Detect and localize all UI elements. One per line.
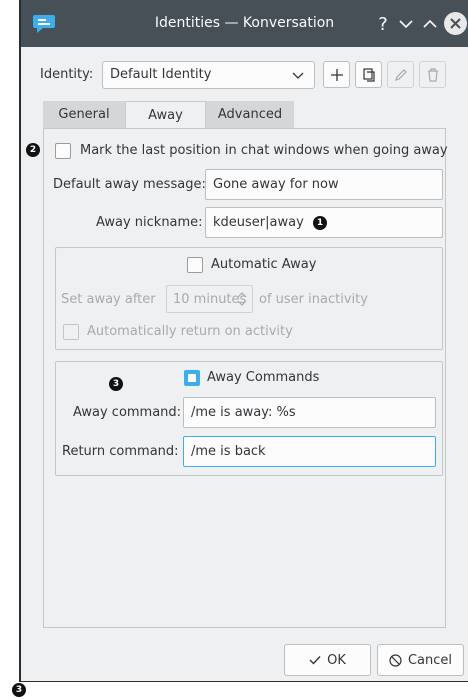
- return-command-label: Return command:: [62, 444, 179, 459]
- chevron-down-icon: [292, 72, 304, 79]
- close-button[interactable]: [444, 12, 467, 35]
- set-away-after-label: Set away after: [61, 292, 156, 307]
- away-command-value: /me is away: %s: [191, 405, 296, 420]
- ok-button-label: OK: [327, 652, 346, 668]
- identity-combobox-value: Default Identity: [110, 67, 212, 82]
- default-away-message-label: Default away message:: [53, 177, 206, 192]
- mark-position-label: Mark the last position in chat windows w…: [80, 143, 448, 158]
- help-icon: ?: [378, 13, 388, 35]
- tab-general[interactable]: General: [43, 101, 125, 128]
- automatic-away-title: Automatic Away: [211, 257, 317, 272]
- minimize-button[interactable]: [395, 13, 417, 35]
- tab-away[interactable]: Away: [125, 101, 206, 128]
- default-away-message-value: Gone away for now: [213, 177, 339, 192]
- away-minutes-spinbox[interactable]: 10 minutes: [166, 285, 253, 313]
- title-bar[interactable]: Identities — Konversation ?: [21, 0, 468, 47]
- chevron-down-icon: [399, 20, 413, 29]
- pencil-icon: [394, 68, 407, 81]
- identity-label: Identity:: [40, 67, 94, 82]
- spin-arrows-icon: [237, 292, 247, 306]
- identities-dialog: Identities — Konversation ? Identity: De…: [21, 0, 468, 681]
- copy-icon: [362, 67, 375, 82]
- duplicate-identity-button[interactable]: [355, 61, 382, 88]
- help-button[interactable]: ?: [372, 13, 394, 35]
- away-commands-checkbox[interactable]: [184, 370, 200, 386]
- callout-badge-3: 3: [109, 377, 123, 391]
- automatic-away-checkbox[interactable]: [187, 257, 203, 273]
- chevron-up-icon: [423, 19, 437, 28]
- auto-return-label: Automatically return on activity: [87, 324, 293, 339]
- away-minutes-value: 10 minutes: [173, 292, 247, 307]
- delete-identity-button[interactable]: [419, 61, 446, 88]
- away-commands-title: Away Commands: [207, 370, 320, 385]
- ok-button[interactable]: OK: [284, 644, 371, 676]
- rename-identity-button[interactable]: [387, 61, 414, 88]
- mark-position-checkbox[interactable]: [55, 143, 71, 159]
- plus-icon: [330, 68, 343, 81]
- tab-advanced[interactable]: Advanced: [206, 101, 294, 128]
- close-icon: [450, 18, 461, 29]
- tab-away-label: Away: [148, 107, 183, 123]
- away-command-input[interactable]: /me is away: %s: [183, 397, 436, 428]
- tab-general-label: General: [58, 107, 110, 122]
- checkmark-icon: [309, 656, 321, 665]
- tab-advanced-label: Advanced: [217, 107, 283, 122]
- trash-icon: [427, 67, 438, 82]
- auto-return-checkbox[interactable]: [63, 324, 79, 340]
- away-nickname-value: kdeuser|away: [213, 215, 304, 230]
- away-nickname-label: Away nickname:: [96, 215, 203, 230]
- add-identity-button[interactable]: [323, 61, 350, 88]
- cancel-icon: [389, 653, 402, 667]
- cancel-button[interactable]: Cancel: [377, 644, 464, 676]
- return-command-input[interactable]: /me is back: [183, 436, 436, 467]
- away-command-label: Away command:: [73, 405, 182, 420]
- cancel-button-label: Cancel: [407, 652, 453, 668]
- callout-badge-1: 1: [313, 216, 327, 230]
- return-command-value: /me is back: [191, 444, 266, 459]
- maximize-button[interactable]: [419, 13, 441, 35]
- callout-badge-2: 2: [26, 143, 40, 157]
- inactivity-label: of user inactivity: [259, 292, 368, 307]
- default-away-message-input[interactable]: Gone away for now: [205, 169, 443, 200]
- identity-combobox[interactable]: Default Identity: [102, 61, 315, 89]
- callout-badge-3-bottom: 3: [12, 683, 26, 697]
- window-frame-bottom: [19, 681, 468, 682]
